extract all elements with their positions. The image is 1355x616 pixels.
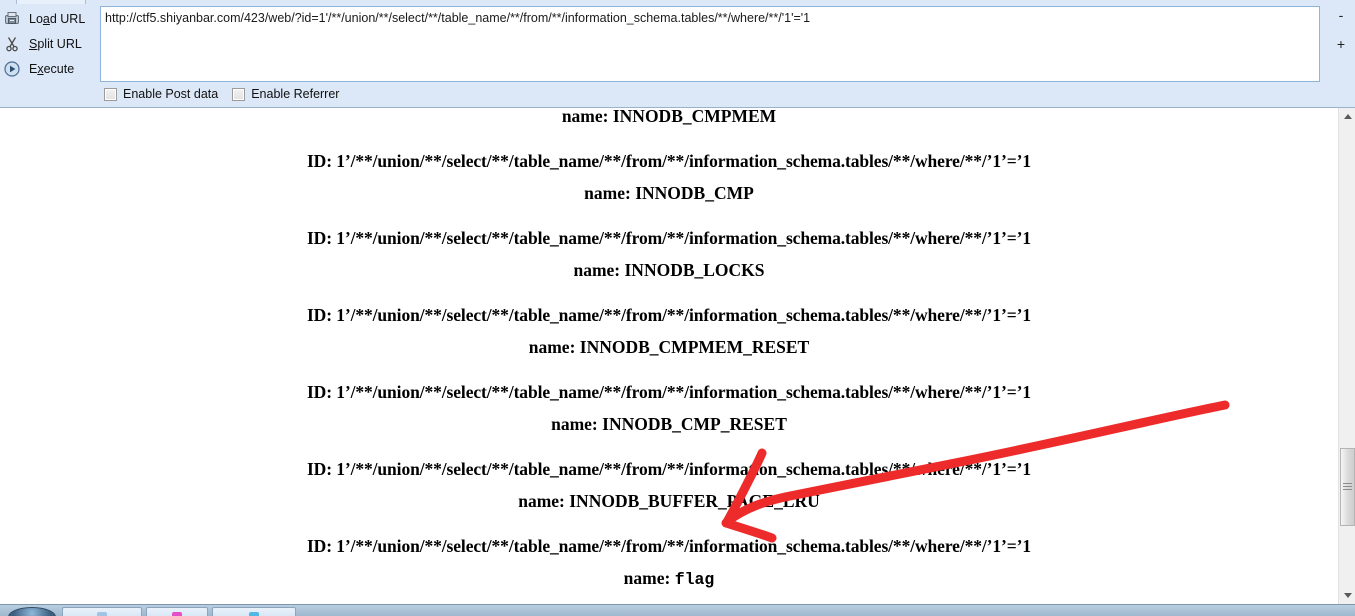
table-name-value: INNODB_CMPMEM <box>612 108 777 126</box>
enable-post-data-label: Enable Post data <box>123 87 219 101</box>
query-results: ID: 1’/**/union/**/select/**/table_name/… <box>0 108 1338 604</box>
taskbar-item-icon <box>249 612 259 616</box>
result-name-line: name: INNODB_CMP_RESET <box>0 410 1338 438</box>
zoom-in-button[interactable]: + <box>1333 37 1349 53</box>
split-url-button[interactable]: Split URL <box>0 31 96 56</box>
load-url-button[interactable]: Load URL <box>0 6 96 31</box>
hackbar-toolbar: Load URL Split URL Execute http://ctf5.s… <box>0 0 1355 108</box>
load-url-icon <box>2 9 22 29</box>
result-row-flag: ID: 1’/**/union/**/select/**/table_name/… <box>0 528 1338 594</box>
hackbar-options: Enable Post data Enable Referrer <box>104 87 339 101</box>
table-name-value: INNODB_CMP_RESET <box>602 414 787 434</box>
result-name-line: name: INNODB_CMPMEM <box>0 108 1338 130</box>
enable-post-data-option[interactable]: Enable Post data <box>104 87 218 101</box>
result-id-line: ID: 1’/**/union/**/select/**/table_name/… <box>0 528 1338 564</box>
name-prefix: name: <box>584 183 631 203</box>
play-icon <box>2 59 22 79</box>
result-row: ID: 1’/**/union/**/select/**/table_name/… <box>0 297 1338 361</box>
row-spacer <box>0 594 1338 604</box>
url-input-container[interactable] <box>100 6 1320 82</box>
result-row: ID: 1’/**/union/**/select/**/table_name/… <box>0 108 1338 130</box>
result-name-line: name: INNODB_CMP <box>0 179 1338 207</box>
name-prefix: name: <box>573 260 621 280</box>
taskbar-item[interactable] <box>212 607 296 616</box>
browser-window: Load URL Split URL Execute http://ctf5.s… <box>0 0 1355 616</box>
id-prefix: ID: <box>306 536 332 556</box>
row-spacer <box>0 361 1338 374</box>
taskbar-item-icon <box>97 612 107 616</box>
name-prefix: name: <box>551 414 598 434</box>
result-id-line: ID: 1’/**/union/**/select/**/table_name/… <box>0 220 1338 256</box>
enable-post-data-checkbox[interactable] <box>104 87 117 101</box>
taskbar-item[interactable] <box>62 607 142 616</box>
result-row: ID: 1’/**/union/**/select/**/table_name/… <box>0 143 1338 207</box>
result-row: ID: 1’/**/union/**/select/**/table_name/… <box>0 374 1338 438</box>
id-value: 1’/**/union/**/select/**/table_name/**/f… <box>336 151 1032 171</box>
row-spacer <box>0 515 1338 528</box>
id-value: 1’/**/union/**/select/**/table_name/**/f… <box>336 459 1032 479</box>
page-content[interactable]: ID: 1’/**/union/**/select/**/table_name/… <box>0 108 1338 604</box>
result-row: ID: 1’/**/union/**/select/**/table_name/… <box>0 451 1338 515</box>
result-id-line: ID: 1’/**/union/**/select/**/table_name/… <box>0 374 1338 410</box>
result-name-line: name: INNODB_CMPMEM_RESET <box>0 333 1338 361</box>
id-value: 1’/**/union/**/select/**/table_name/**/f… <box>336 305 1032 325</box>
scrollbar-thumb[interactable] <box>1340 447 1355 526</box>
taskbar-item[interactable] <box>146 607 208 616</box>
id-value: 1’/**/union/**/select/**/table_name/**/f… <box>336 536 1032 556</box>
result-name-line: name: flag <box>0 564 1338 594</box>
result-id-line: ID: 1’/**/union/**/select/**/table_name/… <box>0 297 1338 333</box>
split-url-label: Split URL <box>29 36 82 51</box>
taskbar-item-icon <box>172 612 182 616</box>
load-url-label: Load URL <box>29 11 86 26</box>
result-id-line: ID: 1’/**/union/**/select/**/table_name/… <box>0 451 1338 487</box>
hackbar-command-list: Load URL Split URL Execute <box>0 6 96 81</box>
row-spacer <box>0 130 1338 143</box>
chevron-down-icon <box>1343 593 1352 598</box>
grip-icon <box>1343 481 1352 492</box>
table-name-value: INNODB_CMP <box>635 183 754 203</box>
result-name-line: name: INNODB_BUFFER_PAGE_LRU <box>0 487 1338 515</box>
scroll-up-button[interactable] <box>1339 108 1355 125</box>
id-prefix: ID: <box>306 305 332 325</box>
enable-referrer-label: Enable Referrer <box>251 87 340 101</box>
execute-label: Execute <box>29 61 75 76</box>
row-spacer <box>0 284 1338 297</box>
table-name-value: INNODB_CMPMEM_RESET <box>579 337 810 357</box>
result-name-line: name: INNODB_LOCKS <box>0 256 1338 284</box>
start-button[interactable] <box>8 607 56 616</box>
result-id-line: ID: 1’/**/union/**/select/**/table_name/… <box>0 143 1338 179</box>
id-prefix: ID: <box>306 228 332 248</box>
enable-referrer-checkbox[interactable] <box>232 87 246 101</box>
id-prefix: ID: <box>306 459 332 479</box>
row-spacer <box>0 438 1338 451</box>
chevron-up-icon <box>1343 114 1352 119</box>
id-prefix: ID: <box>306 382 332 402</box>
row-spacer <box>0 207 1338 220</box>
table-name-value: INNODB_LOCKS <box>624 260 765 280</box>
execute-button[interactable]: Execute <box>0 56 96 81</box>
name-prefix: name: <box>561 108 609 126</box>
table-name-value-flag: flag <box>674 570 715 589</box>
zoom-out-button[interactable]: - <box>1333 8 1349 24</box>
url-input[interactable] <box>101 7 1319 77</box>
id-value: 1’/**/union/**/select/**/table_name/**/f… <box>336 228 1032 248</box>
id-value: 1’/**/union/**/select/**/table_name/**/f… <box>336 382 1032 402</box>
scroll-down-button[interactable] <box>1339 587 1355 604</box>
scissors-icon <box>2 34 22 54</box>
name-prefix: name: <box>623 568 671 588</box>
toolbar-tab-stub[interactable] <box>16 0 86 4</box>
windows-taskbar <box>0 604 1355 616</box>
id-prefix: ID: <box>306 151 332 171</box>
enable-referrer-option[interactable]: Enable Referrer <box>232 87 339 101</box>
result-row: ID: 1’/**/union/**/select/**/table_name/… <box>0 220 1338 284</box>
name-prefix: name: <box>528 337 576 357</box>
name-prefix: name: <box>518 491 565 511</box>
table-name-value: INNODB_BUFFER_PAGE_LRU <box>569 491 820 511</box>
vertical-scrollbar[interactable] <box>1338 108 1355 604</box>
